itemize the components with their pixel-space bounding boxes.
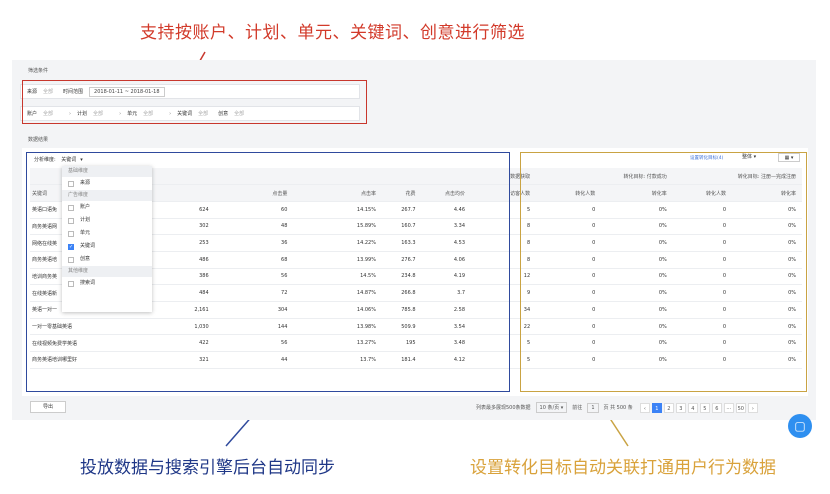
dropdown-option[interactable]: 来源 [62,177,152,190]
total-count: 页 共 500 条 [603,405,633,411]
page-size-value: 10 条/页 [539,405,560,411]
dropdown-option[interactable]: 计划 [62,214,152,227]
page-button[interactable]: ‹ [639,402,650,413]
page-button[interactable]: 2 [663,402,674,413]
dropdown-group-title: 广告维度 [62,190,152,201]
dropdown-option-label: 创意 [80,256,91,262]
page-button[interactable]: 5 [699,402,710,413]
top-caption: 支持按账户、计划、单元、关键词、创意进行筛选 [140,23,525,43]
bottom-caption-right: 设置转化目标自动关联打通用户行为数据 [470,458,776,478]
checkbox-icon[interactable] [68,256,74,263]
conversion-highlight-box [520,152,807,392]
dropdown-option[interactable]: 单元 [62,227,152,240]
dropdown-option[interactable]: 创意 [62,253,152,266]
pagination: 列表最多展现500条数据 10 条/页 ▾ 前往 1 页 共 500 条 ‹ 1 2… [476,402,758,413]
dropdown-group-title: 基础维度 [62,166,152,177]
checkbox-icon[interactable] [68,204,74,211]
dropdown-option-label: 账户 [80,204,91,210]
dimension-dropdown: 基础维度来源广告维度账户计划单元 ✓ 关键词创意其他维度搜索词 [62,166,152,312]
page-button[interactable]: 4 [687,402,698,413]
dropdown-option[interactable]: ✓ 关键词 [62,240,152,253]
dropdown-option-label: 单元 [80,230,91,236]
dropdown-option[interactable]: 账户 [62,201,152,214]
dropdown-option-label: 搜索词 [80,280,96,286]
dropdown-option-label: 计划 [80,217,91,223]
page-button[interactable]: › [747,402,758,413]
page-button[interactable]: ··· [723,402,734,413]
export-button[interactable]: 导出 [30,401,66,413]
jump-label: 前往 [572,405,583,411]
list-limit-hint: 列表最多展现500条数据 [476,405,531,411]
checkbox-icon[interactable] [68,230,74,237]
chat-icon[interactable]: ▢ [788,414,812,438]
checkbox-icon[interactable] [68,280,74,287]
checkbox-checked-icon[interactable]: ✓ [68,243,74,250]
page-button[interactable]: 50 [735,402,746,413]
filter-highlight-box [22,80,367,124]
filter-section-title: 筛选条件 [28,68,49,74]
page-buttons: ‹ 1 2 3 4 5 6 ··· 50 › [638,402,758,413]
dropdown-option[interactable]: 搜索词 [62,277,152,290]
checkbox-icon[interactable] [68,180,74,187]
page-button[interactable]: 1 [651,402,662,413]
page-button[interactable]: 6 [711,402,722,413]
results-section-title: 数据结果 [28,137,49,143]
dropdown-group-title: 其他维度 [62,266,152,277]
checkbox-icon[interactable] [68,217,74,224]
page-button[interactable]: 3 [675,402,686,413]
dropdown-option-label: 来源 [80,180,91,186]
bottom-caption-left: 投放数据与搜索引擎后台自动同步 [80,458,335,478]
page-size-select[interactable]: 10 条/页 ▾ [535,402,568,413]
jump-input[interactable]: 1 [587,402,599,413]
dropdown-option-label: 关键词 [80,243,96,249]
